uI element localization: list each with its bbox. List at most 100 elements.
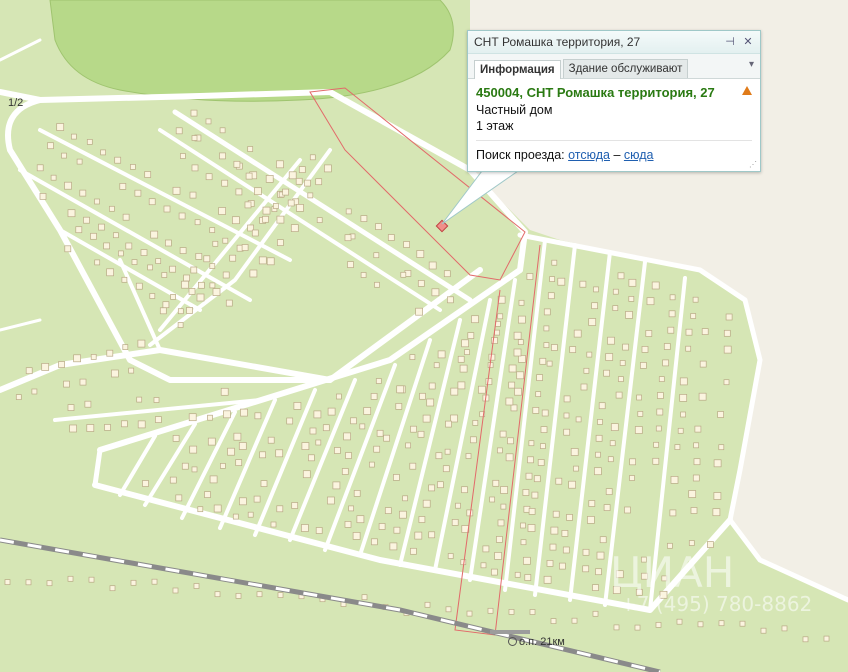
building bbox=[723, 329, 731, 337]
building bbox=[433, 362, 440, 369]
building bbox=[177, 308, 184, 315]
building bbox=[527, 456, 534, 464]
building bbox=[598, 402, 606, 410]
building bbox=[161, 272, 168, 278]
building bbox=[487, 607, 494, 614]
building bbox=[669, 294, 676, 301]
building bbox=[510, 404, 518, 412]
building bbox=[514, 387, 522, 396]
building bbox=[218, 207, 226, 215]
building bbox=[363, 407, 372, 415]
route-label: Поиск проезда: bbox=[476, 148, 565, 162]
building bbox=[562, 546, 570, 554]
building bbox=[531, 491, 539, 499]
building bbox=[190, 266, 198, 274]
building bbox=[315, 439, 322, 446]
building bbox=[350, 417, 357, 425]
building bbox=[563, 428, 571, 436]
building bbox=[170, 294, 176, 300]
building bbox=[195, 253, 203, 260]
building bbox=[496, 536, 503, 543]
building bbox=[373, 252, 380, 259]
building bbox=[603, 369, 610, 377]
building bbox=[667, 326, 675, 334]
building bbox=[624, 506, 631, 514]
building bbox=[595, 568, 602, 576]
building bbox=[396, 385, 405, 394]
route-from-link[interactable]: отсюда bbox=[568, 148, 610, 162]
building bbox=[36, 164, 44, 172]
building bbox=[523, 556, 531, 565]
tab-building-services[interactable]: Здание обслуживают bbox=[562, 59, 689, 78]
building bbox=[416, 250, 425, 258]
building bbox=[528, 508, 536, 515]
building bbox=[725, 313, 733, 321]
building bbox=[596, 551, 605, 560]
building bbox=[410, 547, 417, 555]
tab-info[interactable]: Информация bbox=[474, 60, 561, 79]
building bbox=[122, 213, 130, 221]
building bbox=[550, 618, 557, 624]
building bbox=[514, 571, 521, 578]
building bbox=[275, 449, 284, 458]
building bbox=[209, 475, 218, 484]
building bbox=[64, 181, 72, 190]
building bbox=[655, 622, 662, 628]
building bbox=[324, 164, 332, 173]
building bbox=[118, 250, 124, 257]
building bbox=[500, 486, 508, 494]
building bbox=[575, 416, 582, 423]
building bbox=[39, 193, 47, 200]
building bbox=[533, 475, 541, 483]
tabs-menu-icon[interactable]: ▾ bbox=[749, 59, 754, 70]
building bbox=[189, 191, 197, 199]
building bbox=[295, 177, 303, 185]
building bbox=[464, 349, 470, 355]
building bbox=[694, 425, 702, 433]
resize-handle-icon[interactable]: ⋰ bbox=[749, 160, 757, 169]
building bbox=[491, 568, 498, 576]
building bbox=[134, 189, 142, 197]
building bbox=[71, 133, 77, 140]
building bbox=[674, 444, 681, 450]
building bbox=[229, 254, 237, 262]
pin-icon[interactable]: ⊣ bbox=[724, 36, 736, 48]
building bbox=[557, 277, 566, 286]
building bbox=[198, 281, 205, 289]
close-icon[interactable]: ✕ bbox=[742, 36, 754, 48]
building bbox=[100, 149, 106, 156]
popup-tabs: Информация Здание обслуживают ▾ bbox=[468, 54, 760, 79]
building bbox=[593, 286, 599, 293]
building bbox=[532, 407, 540, 414]
building bbox=[592, 584, 599, 591]
building bbox=[384, 507, 392, 514]
building bbox=[130, 164, 136, 170]
building bbox=[227, 447, 235, 456]
building bbox=[520, 522, 526, 529]
building bbox=[520, 539, 527, 546]
building bbox=[84, 400, 92, 408]
building bbox=[655, 425, 662, 432]
building bbox=[409, 354, 416, 360]
building bbox=[594, 467, 602, 476]
building bbox=[685, 345, 692, 352]
building bbox=[591, 302, 598, 310]
building bbox=[535, 391, 542, 397]
route-to-link[interactable]: сюда bbox=[624, 148, 654, 162]
building bbox=[193, 583, 200, 589]
building bbox=[680, 411, 686, 418]
building bbox=[688, 540, 695, 546]
building bbox=[393, 526, 401, 534]
warning-icon[interactable] bbox=[742, 86, 752, 95]
building bbox=[568, 480, 576, 489]
building bbox=[628, 278, 637, 287]
building bbox=[369, 461, 375, 468]
building bbox=[467, 332, 475, 339]
building bbox=[86, 139, 93, 145]
building bbox=[222, 271, 230, 279]
building bbox=[528, 440, 535, 447]
building bbox=[485, 378, 493, 385]
building bbox=[254, 187, 262, 196]
building bbox=[144, 171, 152, 178]
building bbox=[153, 397, 160, 403]
